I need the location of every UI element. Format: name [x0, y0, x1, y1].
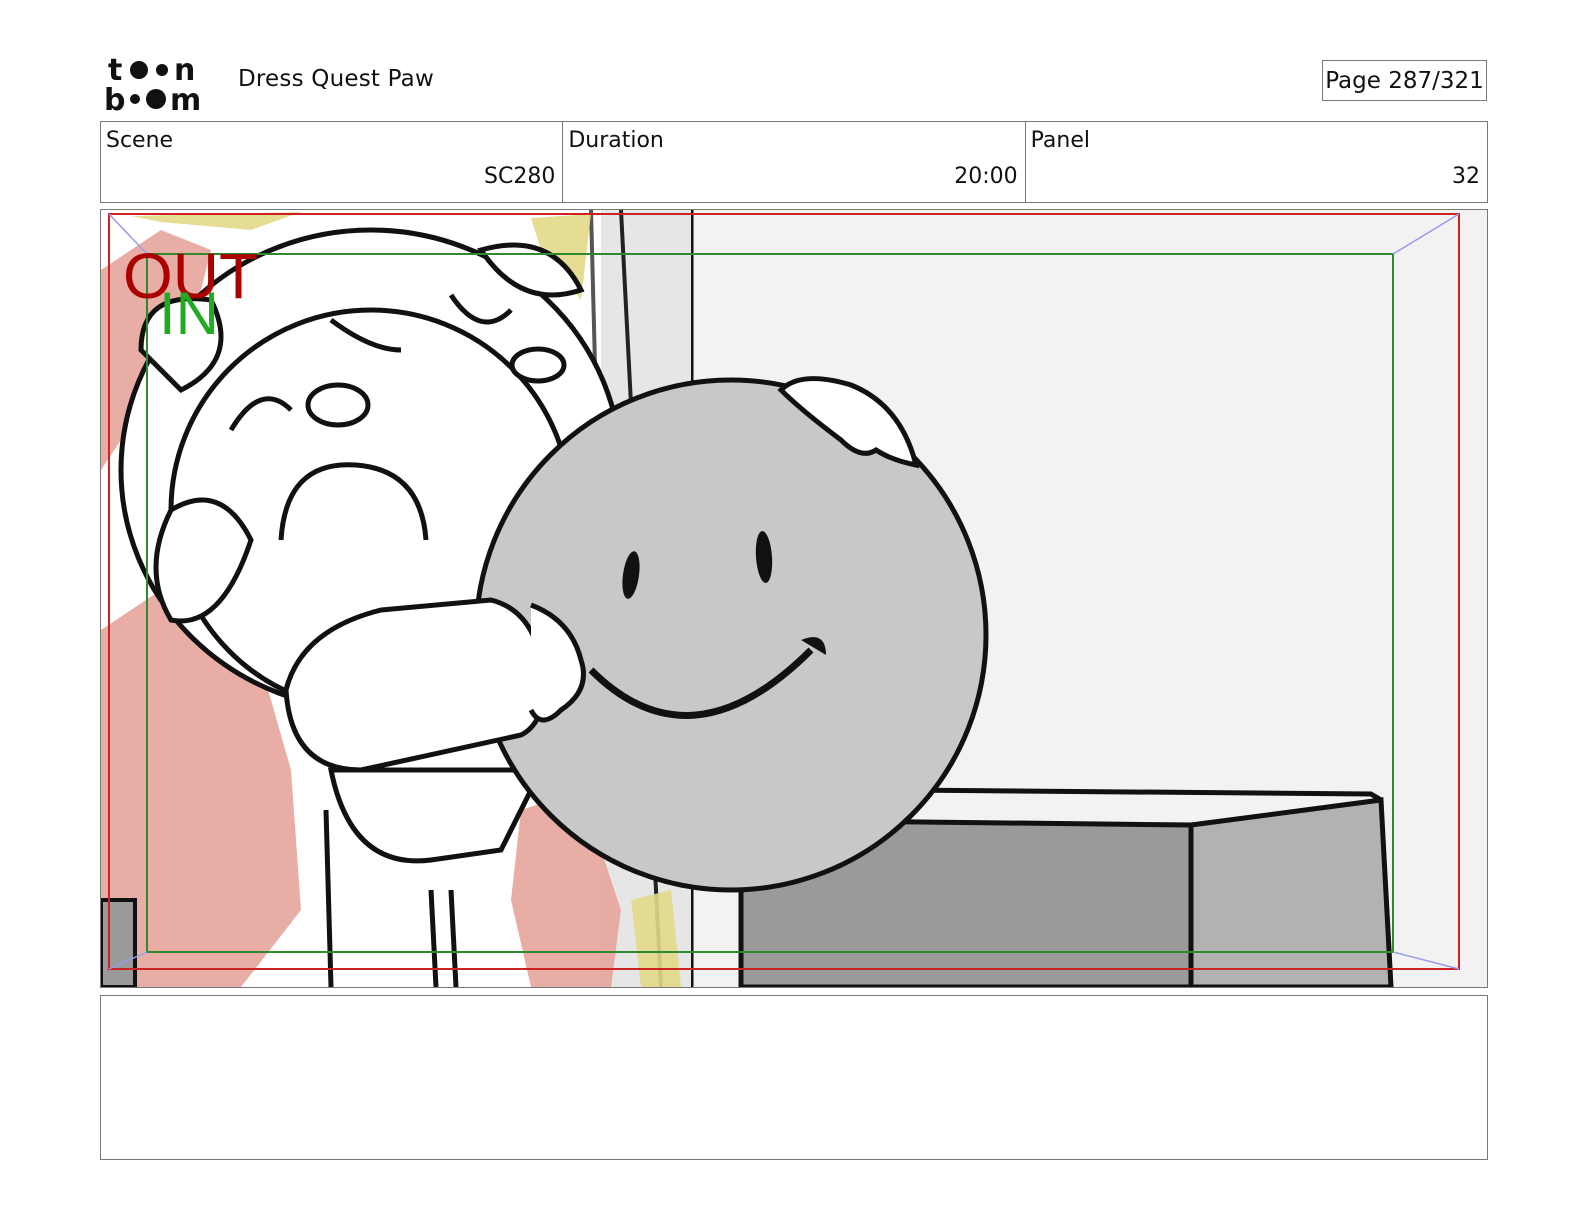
panel-notes[interactable] — [100, 995, 1488, 1160]
duration-cell: Duration 20:00 — [563, 122, 1026, 202]
scene-value: SC280 — [484, 164, 556, 189]
panel-label: Panel — [1030, 128, 1091, 153]
crate-side — [1188, 797, 1394, 987]
panel-cell: Panel 32 — [1026, 122, 1487, 202]
scene-cell: Scene SC280 — [101, 122, 564, 202]
in-label: IN — [159, 280, 219, 347]
scene-label: Scene — [106, 128, 174, 153]
svg-text:m: m — [170, 83, 201, 114]
svg-text:b: b — [104, 83, 125, 114]
panel-drawing: OUT IN — [101, 210, 1487, 987]
panel-value: 32 — [1451, 164, 1480, 189]
page-indicator: Page 287/321 — [1322, 60, 1487, 101]
duration-value: 20:00 — [954, 164, 1018, 189]
storyboard-panel: OUT IN — [100, 209, 1488, 988]
duration-label: Duration — [568, 128, 664, 153]
scene-info-table: Scene SC280 Duration 20:00 Panel 32 — [100, 121, 1488, 203]
project-title: Dress Quest Paw — [238, 66, 434, 92]
toonboom-logo: t n b m — [104, 50, 216, 118]
